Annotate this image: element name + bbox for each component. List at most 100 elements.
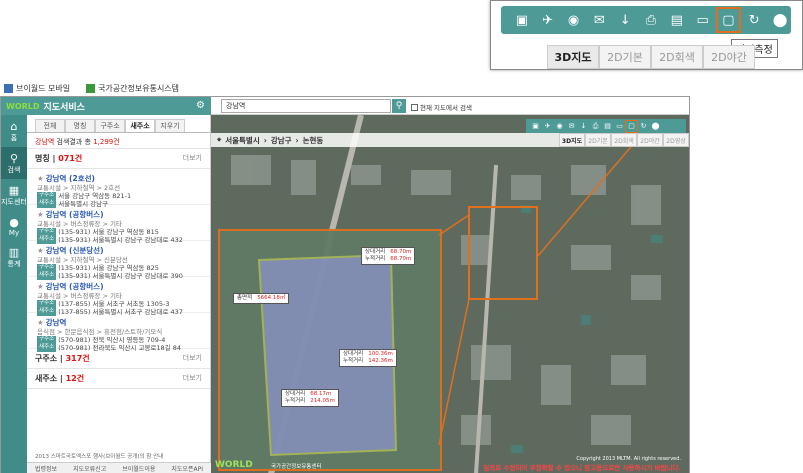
zoomed-map-toolbar: ▣ ✈ ◉ ✉ ↓ ⎙ ▤ ▭ ▢ ↻ ⬤	[501, 6, 791, 34]
list-item[interactable]: ★ 강남역 (공항버스) 교통시설 > 버스정류장 > 기타 구주소 (135-931)…	[27, 205, 210, 244]
grid-icon[interactable]: ▤	[602, 121, 613, 132]
browser-tab-nsdi[interactable]: 국가공간정보유통시스템	[86, 83, 179, 94]
satellite-icon[interactable]: ✈	[537, 9, 559, 31]
vworld-logo[interactable]: WORLD	[6, 102, 40, 111]
measure-value: 68.17m	[310, 391, 332, 397]
refresh-icon[interactable]: ↻	[638, 121, 649, 132]
tab-2d-image[interactable]: 2D영상	[663, 133, 689, 147]
service-title: 지도서비스	[43, 102, 85, 113]
download-icon[interactable]: ↓	[614, 9, 636, 31]
tab-2d-gray[interactable]: 2D회색	[651, 45, 703, 69]
item-title[interactable]: ★ 강남역 (2호선)	[37, 173, 202, 184]
list-item[interactable]: ★ 강남역 음식점 > 한문음식점 > 휴전점/스트하/기모식 구주소 (570-981…	[27, 313, 210, 352]
ruler-icon[interactable]: ▭	[614, 121, 625, 132]
satellite-icon[interactable]: ✈	[542, 121, 553, 132]
location-pin-icon[interactable]: ⬤	[650, 121, 661, 132]
item-address-new: 새주소 (137-855) 서울특별시 서초구 강남대로 437	[37, 308, 202, 316]
map-view[interactable]: ▣ ✈ ◉ ✉ ↓ ⎙ ▤ ▭ ▢ ↻ ⬤ ⌖ 서울특별시 › 강남구 › 논현동 …	[211, 115, 689, 473]
location-icon: ⌖	[217, 135, 222, 144]
sidebar-item-search[interactable]: ⚲ 검색	[1, 147, 27, 179]
area-measure-icon[interactable]: ▢	[715, 7, 742, 33]
tab-all[interactable]: 전체	[35, 119, 65, 132]
download-icon[interactable]: ↓	[578, 121, 589, 132]
list-item[interactable]: ★ 강남역 (신분당선) 교통시설 > 지하철역 > 신분당선 구주소 (135-931…	[27, 241, 210, 280]
map-center-icon: ▦	[8, 184, 20, 197]
zoomed-map-type-tabs: 3D지도 2D기본 2D회색 2D야간	[547, 45, 755, 69]
section-title: 명칭 | 071건	[35, 154, 83, 163]
address-tag: 구주소	[37, 264, 57, 272]
item-title[interactable]: ★ 강남역 (공항버스)	[37, 281, 202, 292]
sidebar-item-my[interactable]: ● My	[1, 211, 27, 241]
more-link[interactable]: 더보기	[183, 373, 202, 384]
star-icon[interactable]: ★	[37, 174, 44, 183]
roadview-icon[interactable]: ◉	[563, 9, 585, 31]
map-icon[interactable]: ▣	[530, 121, 541, 132]
tab-2d-gray[interactable]: 2D회색	[611, 133, 637, 147]
list-item[interactable]: ★ 강남역 (2호선) 교통시설 > 지하철역 > 2호선 구주소 서울 강남구 역삼동…	[27, 169, 210, 208]
measure-value: 68.70m	[390, 256, 412, 262]
sidebar-item-stats[interactable]: ▥ 통계	[1, 241, 27, 273]
search-icon: ⚲	[395, 101, 403, 111]
sidebar-item-home[interactable]: ⌂ 홈	[1, 115, 27, 147]
map-icon[interactable]: ▣	[511, 9, 533, 31]
print-icon[interactable]: ⎙	[590, 121, 601, 132]
item-address-new: 새주소 (135-931) 서울특별시 강남구 강남대로 390	[37, 272, 202, 280]
item-title[interactable]: ★ 강남역	[37, 317, 202, 328]
item-title-text: 강남역 (공항버스)	[45, 282, 104, 291]
measure-label: 상대거리 100.36m 누적거리 142.36m	[339, 349, 397, 367]
checkbox-label: 현재 지도에서 검색	[420, 104, 472, 112]
footer-link[interactable]: 지도오류신고	[73, 464, 106, 473]
clear-button[interactable]: 지우기	[155, 119, 185, 132]
breadcrumb-city[interactable]: 서울특별시	[225, 135, 260, 146]
item-title[interactable]: ★ 강남역 (공항버스)	[37, 209, 202, 220]
grid-icon[interactable]: ▤	[666, 9, 688, 31]
star-icon[interactable]: ★	[37, 282, 44, 291]
search-input[interactable]: 강남역	[221, 99, 391, 113]
ruler-icon[interactable]: ▭	[692, 9, 714, 31]
star-icon[interactable]: ★	[37, 318, 44, 327]
more-link[interactable]: 더보기	[183, 153, 202, 164]
tab-2d-basic[interactable]: 2D기본	[585, 133, 611, 147]
breadcrumb-district[interactable]: 강남구	[271, 135, 292, 146]
footer-link[interactable]: 브이월드이용	[122, 464, 155, 473]
item-title[interactable]: ★ 강남역 (신분당선)	[37, 245, 202, 256]
tab-name[interactable]: 명칭	[65, 119, 95, 132]
footer-link[interactable]: 법령정보	[35, 464, 57, 473]
star-icon[interactable]: ★	[37, 246, 44, 255]
side-icon-bar: ⌂ 홈 ⚲ 검색 ▦ 지도센터 ● My ▥ 통계	[1, 115, 27, 473]
star-icon[interactable]: ★	[37, 210, 44, 219]
area-measure-icon[interactable]: ▢	[625, 119, 638, 133]
measure-value: 5664.18㎡	[257, 295, 286, 301]
tab-new-address[interactable]: 새주소	[125, 119, 155, 132]
more-link[interactable]: 더보기	[183, 353, 202, 364]
tab-label: 브이월드 모바일	[16, 83, 71, 93]
checkbox[interactable]	[411, 103, 418, 111]
list-item[interactable]: ★ 강남역 (공항버스) 교통시설 > 버스정류장 > 기타 구주소 (137-855)…	[27, 277, 210, 316]
search-current-map-checkbox[interactable]: 현재 지도에서 검색	[411, 102, 472, 112]
summary-count: 1,299건	[93, 138, 120, 146]
location-pin-icon[interactable]: ⬤	[769, 9, 791, 31]
gear-icon[interactable]: ⚙	[196, 100, 205, 111]
print-icon[interactable]: ⎙	[640, 9, 662, 31]
tab-3d[interactable]: 3D지도	[559, 133, 585, 147]
mail-icon[interactable]: ✉	[566, 121, 577, 132]
tab-2d-night[interactable]: 2D야간	[637, 133, 663, 147]
browser-tab-vworld-mobile[interactable]: 브이월드 모바일	[4, 83, 70, 94]
tab-2d-basic[interactable]: 2D기본	[599, 45, 651, 69]
search-icon: ⚲	[9, 152, 19, 165]
search-button[interactable]: ⚲	[392, 99, 406, 113]
tab-3d[interactable]: 3D지도	[547, 45, 599, 69]
roadview-icon[interactable]: ◉	[554, 121, 565, 132]
footer-link[interactable]: 지도오픈API	[171, 464, 203, 473]
home-icon: ⌂	[10, 120, 18, 133]
item-address-new: 새주소 (135-931) 서울특별시 강남구 강남대로 432	[37, 236, 202, 244]
breadcrumb-dong[interactable]: 논현동	[303, 135, 324, 146]
refresh-icon[interactable]: ↻	[743, 9, 765, 31]
search-bar: 강남역 ⚲ 현재 지도에서 검색	[211, 97, 689, 115]
tab-old-address[interactable]: 구주소	[95, 119, 125, 132]
tab-2d-night[interactable]: 2D야간	[703, 45, 755, 69]
search-results-panel: 전체 명칭 구주소 새주소 지우기 강남역 검색결과 총 1,299건 명칭 |…	[27, 115, 211, 473]
mail-icon[interactable]: ✉	[588, 9, 610, 31]
notice-banner[interactable]: 2013 스마트국토엑스포 행사(브이월드 공개)의 참 안내	[27, 450, 211, 462]
sidebar-item-map-center[interactable]: ▦ 지도센터	[1, 179, 27, 211]
